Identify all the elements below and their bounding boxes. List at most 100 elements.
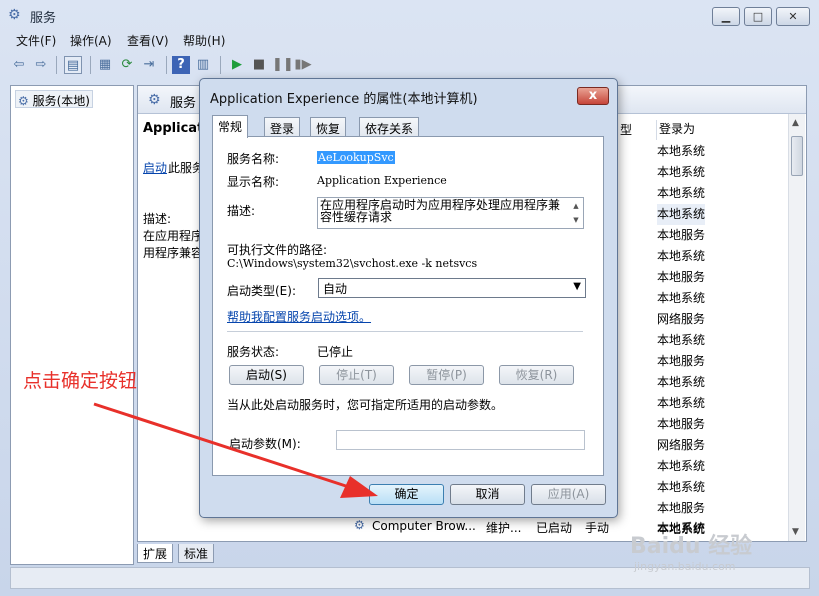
minimize-icon: ▁: [721, 10, 731, 23]
service-status: 已启动: [536, 521, 573, 535]
pause-icon[interactable]: ❚❚: [272, 56, 294, 74]
tab-dependencies[interactable]: 依存关系: [359, 117, 420, 137]
forward-arrow-icon[interactable]: ⇨: [32, 56, 50, 74]
close-icon: x: [588, 88, 598, 103]
scrollbar-thumb[interactable]: [791, 136, 803, 176]
description-textbox[interactable]: 在应用程序启动时为应用程序处理应用程序兼容性缓存请求 ▲ ▼: [317, 197, 584, 229]
resume-button[interactable]: 恢复(R): [499, 365, 574, 385]
scroll-up-icon: ▲: [573, 202, 579, 210]
ok-button[interactable]: 确定: [369, 484, 444, 505]
stop-button[interactable]: 停止(T): [319, 365, 394, 385]
export-list-icon[interactable]: ⇥: [140, 56, 158, 74]
description-line: 用程序兼容: [143, 246, 204, 260]
start-service-link[interactable]: 启动: [143, 159, 167, 176]
close-icon: ✕: [788, 10, 798, 23]
column-header-logon-as[interactable]: 登录为: [656, 120, 695, 140]
service-name-label: 服务名称:: [227, 152, 280, 166]
list-item[interactable]: 本地系统: [657, 477, 705, 498]
services-gear-icon: ⚙: [18, 94, 29, 108]
scroll-down-icon: ▼: [573, 216, 579, 224]
cancel-button[interactable]: 取消: [450, 484, 525, 505]
refresh-icon[interactable]: ⟳: [118, 56, 136, 74]
show-hide-icon[interactable]: ▥: [194, 56, 212, 74]
watermark-logo: Baidu 经验: [630, 534, 753, 559]
tab-general[interactable]: 常规: [212, 115, 249, 138]
list-item[interactable]: 本地服务: [657, 351, 705, 372]
display-name-label: 显示名称:: [227, 175, 280, 189]
restart-icon[interactable]: ▮▶: [294, 56, 312, 74]
list-item[interactable]: 本地系统: [657, 141, 705, 162]
properties-sheet-icon[interactable]: ▦: [96, 56, 114, 74]
menu-help[interactable]: 帮助(H): [183, 32, 225, 49]
services-gear-icon: ⚙: [148, 92, 161, 108]
start-parameters-input[interactable]: [336, 430, 585, 450]
startup-type-label: 启动类型(E):: [227, 284, 296, 298]
list-item[interactable]: 本地服务: [657, 225, 705, 246]
list-item[interactable]: 网络服务: [657, 309, 705, 330]
toolbar-separator: [56, 56, 57, 74]
scroll-up-icon[interactable]: ▲: [792, 118, 799, 128]
chevron-down-icon: ▼: [573, 281, 581, 292]
startup-type-value: 自动: [323, 282, 348, 296]
back-arrow-icon[interactable]: ⇦: [10, 56, 28, 74]
service-name-value[interactable]: AeLookupSvc: [317, 151, 395, 164]
console-tree-pane: ⚙ 服务(本地): [10, 85, 134, 565]
service-startup-type: 手动: [585, 521, 610, 535]
display-name-value[interactable]: Application Experience: [317, 174, 447, 187]
tab-standard[interactable]: 标准: [178, 544, 215, 563]
help-configure-link[interactable]: 帮助我配置服务启动选项。: [227, 308, 371, 325]
menu-bar: 文件(F) 操作(A) 查看(V) 帮助(H): [10, 30, 810, 50]
title-bar: ⚙ 服务 ▁ □ ✕: [0, 0, 819, 30]
column-header-startup-type[interactable]: 型: [620, 121, 632, 138]
startup-type-select[interactable]: 自动 ▼: [318, 278, 586, 298]
tree-item-services-local[interactable]: ⚙ 服务(本地): [15, 90, 93, 108]
menu-action[interactable]: 操作(A): [70, 32, 112, 49]
list-item[interactable]: 本地系统: [657, 162, 705, 183]
list-item[interactable]: 本地系统: [657, 372, 705, 393]
watermark-url: jingyan.baidu.com: [634, 560, 736, 573]
list-item[interactable]: 网络服务: [657, 435, 705, 456]
vertical-scrollbar[interactable]: ▲ ▼: [788, 114, 805, 541]
maximize-button[interactable]: □: [744, 7, 772, 26]
pane-title: 服务: [170, 96, 197, 111]
maximize-icon: □: [752, 10, 764, 23]
service-gear-icon: ⚙: [354, 518, 365, 532]
list-item[interactable]: 本地服务: [657, 414, 705, 435]
minimize-button[interactable]: ▁: [712, 7, 740, 26]
dialog-close-button[interactable]: x: [577, 87, 609, 105]
list-item[interactable]: 本地系统: [657, 456, 705, 477]
help-icon[interactable]: ?: [172, 56, 190, 74]
description-scrollbar[interactable]: ▲ ▼: [570, 199, 582, 227]
console-tree-icon[interactable]: ▤: [64, 56, 82, 74]
tab-recovery[interactable]: 恢复: [310, 117, 347, 137]
properties-dialog: Application Experience 的属性(本地计算机) x 常规 登…: [199, 78, 618, 518]
window-title: 服务: [30, 11, 57, 26]
tab-extended[interactable]: 扩展: [137, 544, 174, 563]
list-item[interactable]: 本地系统: [657, 183, 705, 204]
list-item[interactable]: 本地系统: [657, 330, 705, 351]
scroll-down-icon[interactable]: ▼: [792, 527, 799, 537]
service-description: 维护...: [486, 521, 522, 535]
pause-button[interactable]: 暂停(P): [409, 365, 484, 385]
start-button[interactable]: 启动(S): [229, 365, 304, 385]
list-item[interactable]: 本地系统: [657, 288, 705, 309]
annotation-text: 点击确定按钮: [23, 370, 138, 392]
list-item[interactable]: 本地服务: [657, 267, 705, 288]
menu-view[interactable]: 查看(V): [127, 32, 169, 49]
service-name: Computer Brow...: [372, 519, 476, 533]
start-parameters-hint: 当从此处启动服务时，您可指定所适用的启动参数。: [227, 398, 504, 412]
list-item[interactable]: 本地服务: [657, 498, 705, 519]
list-item[interactable]: 本地系统: [657, 204, 706, 225]
stop-icon[interactable]: ■: [250, 56, 268, 74]
tree-item-label: 服务(本地): [32, 94, 90, 108]
close-button[interactable]: ✕: [776, 7, 810, 26]
logon-column: 本地系统 本地系统 本地系统 本地系统 本地服务 本地系统 本地服务 本地系统 …: [657, 141, 706, 540]
play-icon[interactable]: ▶: [228, 56, 246, 74]
list-item[interactable]: 本地系统: [657, 393, 705, 414]
tab-logon[interactable]: 登录: [264, 117, 301, 137]
list-item[interactable]: 本地系统: [657, 246, 705, 267]
apply-button[interactable]: 应用(A): [531, 484, 606, 505]
view-tabs: 扩展 标准: [137, 544, 237, 564]
menu-file[interactable]: 文件(F): [16, 32, 56, 49]
executable-path-value[interactable]: C:\Windows\system32\svchost.exe -k netsv…: [227, 257, 477, 270]
